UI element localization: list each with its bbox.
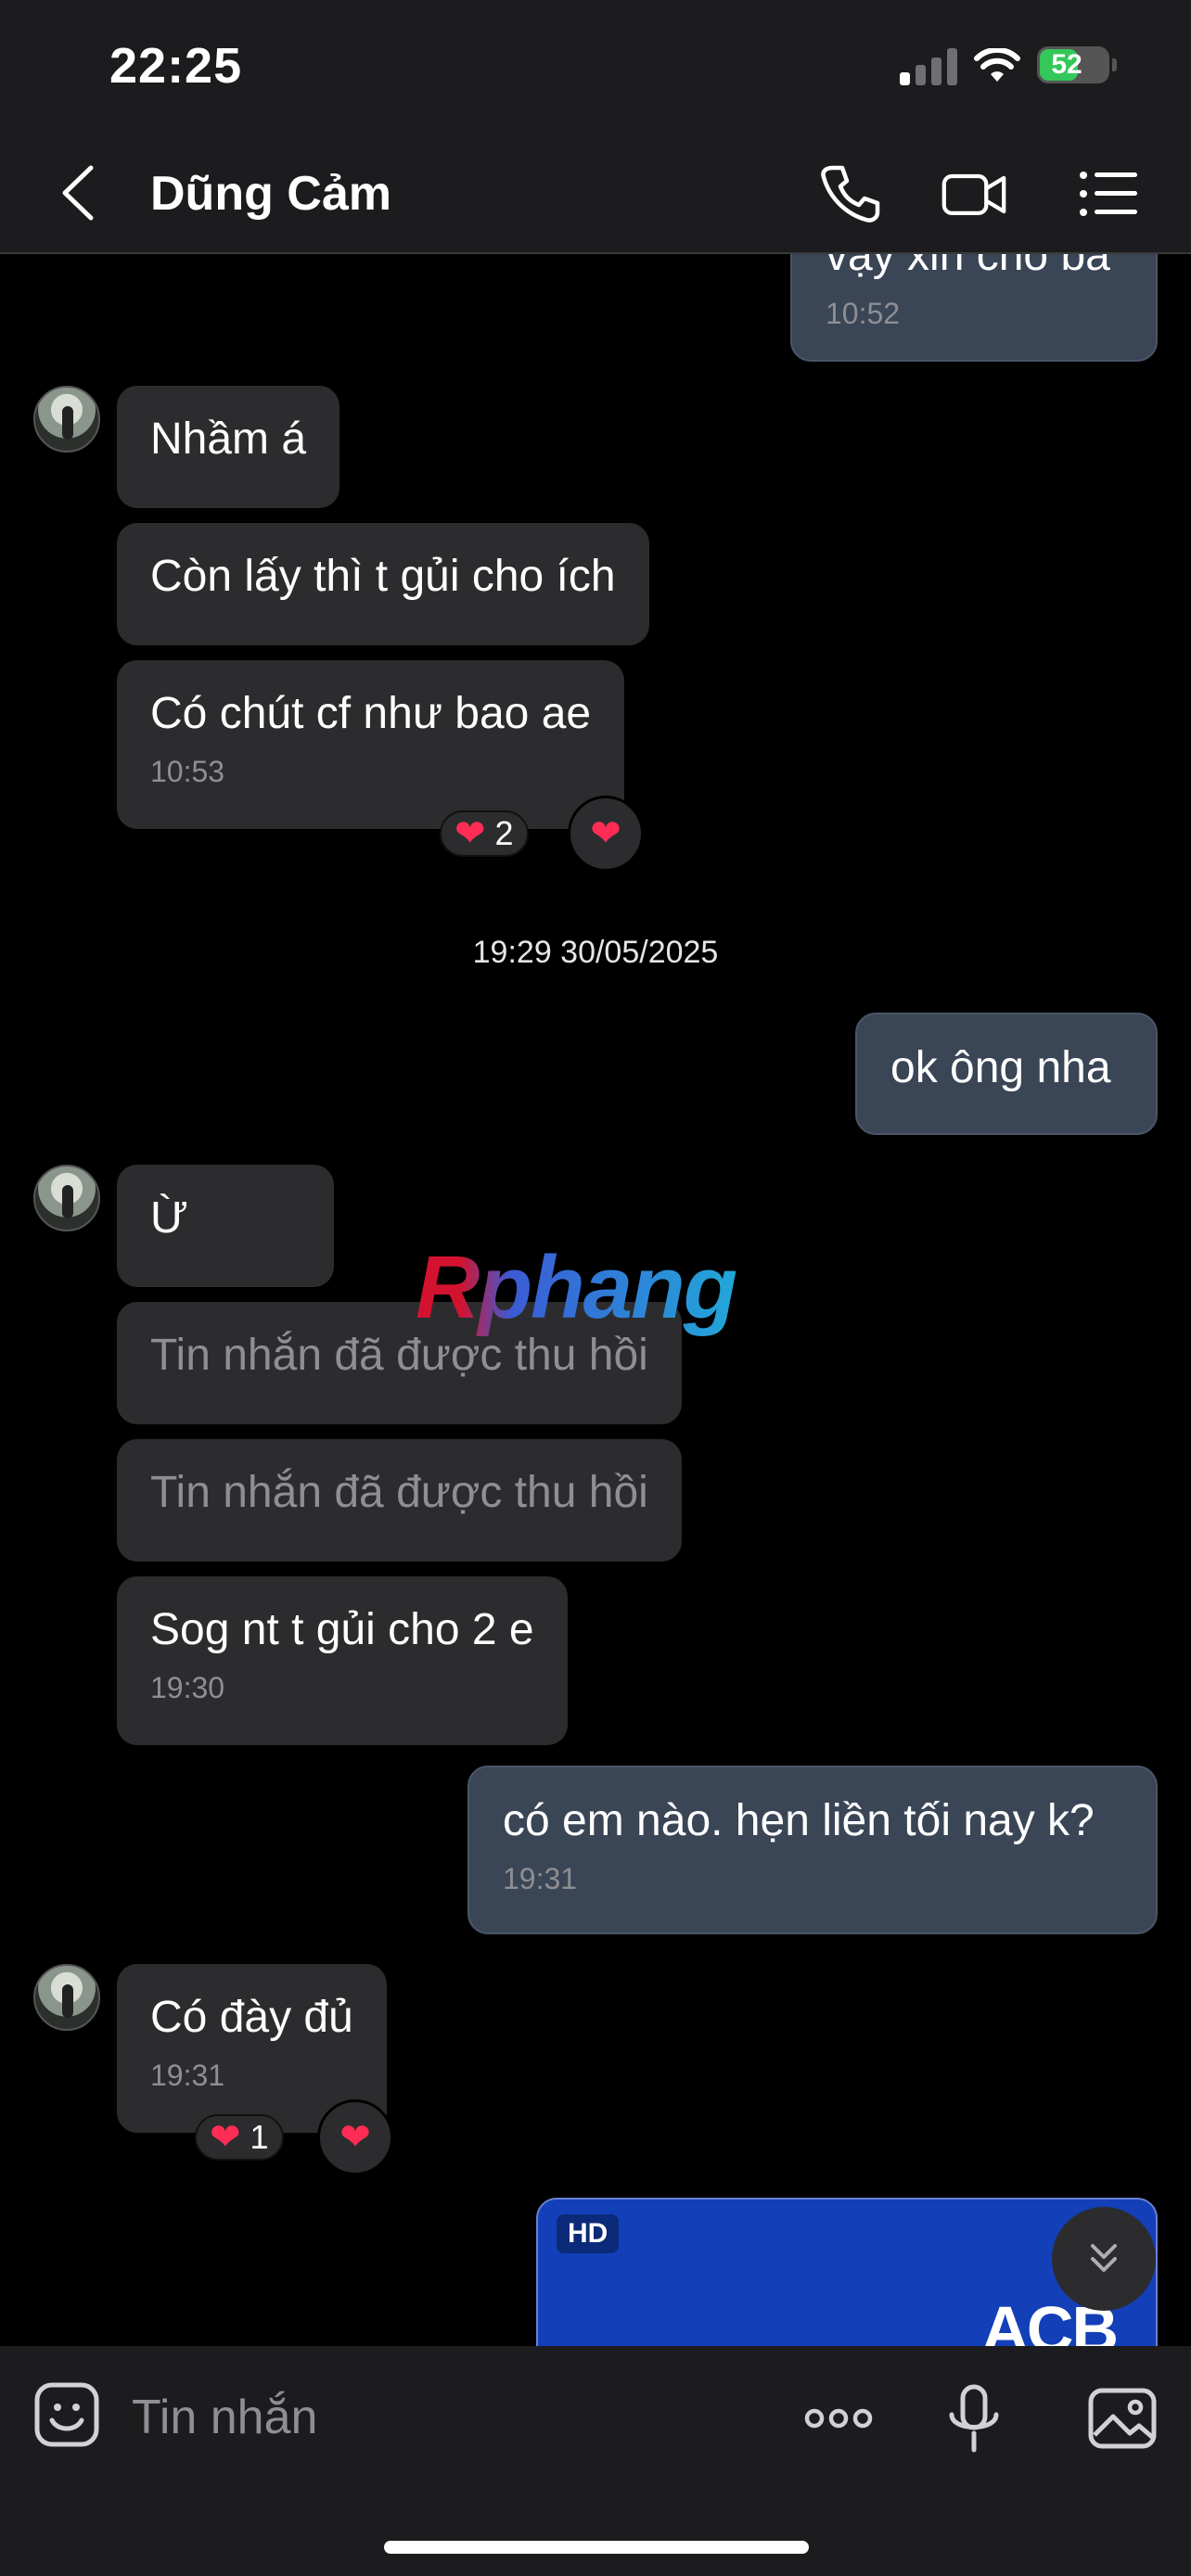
message-time: 19:31 [150, 2059, 225, 2092]
heart-icon: ❤ [339, 2117, 371, 2158]
message-time: 10:53 [150, 755, 225, 788]
list-menu-icon[interactable] [1076, 160, 1143, 227]
avatar[interactable] [33, 1964, 100, 2031]
watermark-logo: Rphang [416, 1238, 737, 1337]
reaction-summary[interactable]: ❤ 1 [195, 2114, 284, 2161]
outgoing-message[interactable]: vậy xin cho ba 10:52 [790, 254, 1158, 362]
message-text: Tin nhắn đã được thu hồi [150, 1468, 648, 1517]
status-bar: 22:25 52 [0, 0, 1191, 134]
video-icon[interactable] [941, 160, 1007, 227]
message-text: Nhầm á [150, 414, 307, 464]
message-text: Có đày đủ [150, 1993, 353, 2042]
message-text: Sog nt t gủi cho 2 e [150, 1605, 534, 1654]
hd-badge: HD [557, 2214, 620, 2253]
incoming-message[interactable]: Có chút cf như bao ae 10:53 [117, 660, 625, 829]
incoming-message[interactable]: Còn lấy thì t gủi cho ích [117, 523, 649, 645]
message-input[interactable] [130, 2381, 690, 2454]
status-time: 22:25 [109, 38, 243, 94]
incoming-message[interactable]: Sog nt t gủi cho 2 e 19:30 [117, 1576, 568, 1745]
chat-header: Dũng Cảm [0, 134, 1191, 254]
microphone-icon[interactable] [937, 2381, 1011, 2455]
message-text: Còn lấy thì t gủi cho ích [150, 552, 616, 601]
recalled-message[interactable]: Tin nhắn đã được thu hồi [117, 1439, 682, 1562]
reaction-count: 2 [494, 814, 514, 852]
wifi-icon [974, 48, 1020, 82]
message-text: ok ông nha [890, 1043, 1111, 1092]
reaction-summary[interactable]: ❤ 2 [440, 810, 529, 857]
image-icon[interactable] [1085, 2381, 1159, 2455]
avatar[interactable] [33, 386, 100, 453]
double-chevron-down-icon [1091, 2244, 1117, 2272]
chevron-left-icon[interactable] [52, 162, 108, 223]
outgoing-message[interactable]: có em nào. hẹn liền tối nay k? 19:31 [467, 1766, 1158, 1934]
home-indicator[interactable] [384, 2541, 809, 2554]
more-dots-icon[interactable] [801, 2381, 876, 2455]
heart-icon: ❤ [210, 2117, 241, 2158]
message-text: vậy xin cho ba [826, 254, 1110, 280]
scroll-to-bottom-button[interactable] [1052, 2207, 1156, 2311]
phone-icon[interactable] [816, 160, 883, 227]
react-button[interactable]: ❤ [568, 796, 644, 872]
message-time: 19:31 [503, 1862, 578, 1895]
outgoing-message[interactable]: ok ông nha [855, 1013, 1158, 1135]
battery-percent: 52 [1051, 49, 1082, 80]
avatar[interactable] [33, 1165, 100, 1231]
reaction-count: 1 [250, 2118, 269, 2156]
message-time: 10:52 [826, 297, 901, 330]
incoming-message[interactable]: Ừ [117, 1165, 334, 1287]
message-time: 19:30 [150, 1671, 225, 1704]
heart-icon: ❤ [590, 813, 621, 854]
message-text: có em nào. hẹn liền tối nay k? [503, 1796, 1095, 1845]
message-text: Ừ [150, 1193, 188, 1243]
battery-icon: 52 [1037, 46, 1117, 83]
incoming-message[interactable]: Nhầm á [117, 386, 340, 508]
date-separator: 19:29 30/05/2025 [472, 935, 719, 970]
sticker-icon[interactable] [33, 2381, 100, 2448]
cellular-signal-icon [900, 48, 957, 85]
react-button[interactable]: ❤ [317, 2099, 393, 2175]
heart-icon: ❤ [455, 813, 486, 854]
contact-name[interactable]: Dũng Cảm [150, 166, 391, 222]
message-text: Có chút cf như bao ae [150, 689, 592, 738]
